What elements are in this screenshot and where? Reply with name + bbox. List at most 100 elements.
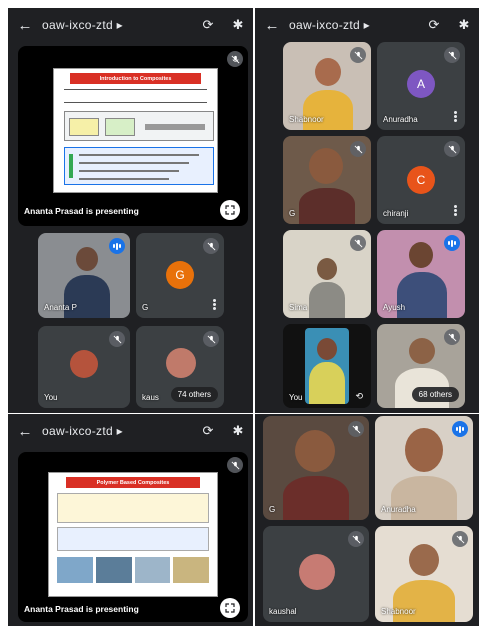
slide-text-block — [57, 527, 209, 551]
participant-name: Sima — [289, 303, 308, 312]
fullscreen-icon[interactable] — [220, 200, 240, 220]
meeting-code[interactable]: oaw-ixco-ztd ▸ — [42, 424, 193, 438]
avatar: G — [166, 261, 194, 289]
participant-tile[interactable]: G G — [136, 233, 224, 318]
participant-tile[interactable]: G — [283, 136, 371, 224]
participant-tile[interactable]: You ⟲ — [283, 324, 371, 408]
mic-off-icon — [203, 238, 219, 254]
camera-switch-icon[interactable]: ⟲ — [355, 391, 363, 402]
bluetooth-icon[interactable]: ✱ — [449, 17, 479, 33]
participant-tile[interactable]: Anuradha — [375, 416, 473, 520]
mic-off-icon — [109, 331, 125, 347]
meet-panel-top-right: ← oaw-ixco-ztd ▸ ⟳ ✱ Shabnoor A Anuradha — [255, 8, 479, 413]
participant-tile[interactable]: A Anuradha — [377, 42, 465, 130]
participant-video — [299, 554, 335, 590]
participant-name: Ananta P — [44, 303, 77, 312]
presentation-tile[interactable]: Introduction to Composites Ananta Prasad… — [18, 46, 248, 226]
participant-name: G — [142, 303, 149, 312]
participant-tile[interactable]: Ayush — [377, 230, 465, 318]
presentation-tile[interactable]: Polymer Based Composites Ananta Prasad i… — [18, 452, 248, 622]
participant-video — [297, 144, 357, 224]
mic-off-icon — [350, 235, 366, 251]
others-count-button[interactable]: 68 others — [411, 387, 459, 402]
speaking-icon — [452, 421, 468, 437]
mic-off-icon — [227, 457, 243, 473]
bluetooth-icon[interactable]: ✱ — [223, 423, 253, 439]
participant-name: G — [269, 505, 276, 514]
more-vert-icon[interactable] — [454, 205, 457, 216]
more-vert-icon[interactable] — [454, 111, 457, 122]
presenting-label: Ananta Prasad is presenting — [24, 604, 139, 614]
more-vert-icon[interactable] — [213, 299, 216, 310]
participant-tile[interactable]: G — [263, 416, 369, 520]
participant-name: Ayush — [383, 303, 406, 312]
participant-name: You — [44, 393, 58, 402]
participant-tile[interactable]: C chiranji — [377, 136, 465, 224]
participant-tile[interactable]: 68 others — [377, 324, 465, 408]
slide-diagram — [64, 111, 214, 141]
slide-text-block — [57, 493, 209, 523]
meet-panel-bottom-left: ← oaw-ixco-ztd ▸ ⟳ ✱ Polymer Based Compo… — [8, 414, 253, 626]
avatar: C — [407, 166, 435, 194]
avatar: A — [407, 70, 435, 98]
participant-name: kaushal — [269, 607, 297, 616]
mic-off-icon — [444, 329, 460, 345]
participant-name: You — [289, 393, 303, 402]
participant-name: Shabnoor — [289, 115, 324, 124]
participant-video — [281, 426, 351, 520]
participant-name: Anuradha — [381, 505, 416, 514]
slide-title: Polymer Based Composites — [65, 477, 201, 488]
shared-slide: Introduction to Composites — [53, 68, 218, 193]
participant-tile[interactable]: Shabnoor — [283, 42, 371, 130]
participant-name: Shabnoor — [381, 607, 416, 616]
back-arrow-icon[interactable]: ← — [8, 423, 42, 440]
participant-name: kaus — [142, 393, 159, 402]
meeting-code[interactable]: oaw-ixco-ztd ▸ — [42, 18, 193, 32]
mic-off-icon — [444, 47, 460, 63]
speaking-icon — [444, 235, 460, 251]
participant-video — [166, 348, 196, 378]
participant-name: chiranji — [383, 209, 409, 218]
mic-off-icon — [348, 421, 364, 437]
camera-switch-icon[interactable]: ⟳ — [193, 17, 223, 33]
mic-off-icon — [227, 51, 243, 67]
top-bar: ← oaw-ixco-ztd ▸ ⟳ ✱ — [8, 8, 253, 42]
meet-panel-top-left: ← oaw-ixco-ztd ▸ ⟳ ✱ Introduction to Com… — [8, 8, 253, 413]
meeting-code[interactable]: oaw-ixco-ztd ▸ — [289, 18, 419, 32]
participant-name: G — [289, 209, 296, 218]
others-count-button[interactable]: 74 others — [170, 387, 218, 402]
meet-screenshots-collage: ← oaw-ixco-ztd ▸ ⟳ ✱ Introduction to Com… — [0, 0, 486, 631]
self-video — [66, 346, 102, 386]
back-arrow-icon[interactable]: ← — [8, 17, 42, 34]
camera-switch-icon[interactable]: ⟳ — [419, 17, 449, 33]
top-bar: ← oaw-ixco-ztd ▸ ⟳ ✱ — [255, 8, 479, 42]
camera-switch-icon[interactable]: ⟳ — [193, 423, 223, 439]
mic-off-icon — [350, 141, 366, 157]
speaking-icon — [109, 238, 125, 254]
top-bar: ← oaw-ixco-ztd ▸ ⟳ ✱ — [8, 414, 253, 448]
slide-images — [57, 557, 209, 583]
back-arrow-icon[interactable]: ← — [255, 17, 289, 34]
slide-bullets — [64, 147, 214, 185]
participant-tile[interactable]: Sima — [283, 230, 371, 318]
mic-off-icon — [452, 531, 468, 547]
participant-tile[interactable]: Ananta P — [38, 233, 130, 318]
mic-off-icon — [348, 531, 364, 547]
meet-panel-bottom-right: G Anuradha kaushal Shabnoor — [255, 414, 479, 626]
slide-title: Introduction to Composites — [70, 73, 201, 84]
mic-off-icon — [444, 141, 460, 157]
slide-text-block — [64, 89, 207, 103]
participant-name: Anuradha — [383, 115, 418, 124]
mic-off-icon — [203, 331, 219, 347]
presenting-label: Ananta Prasad is presenting — [24, 206, 139, 216]
participant-tile[interactable]: kaushal — [263, 526, 369, 622]
participant-tile[interactable]: You — [38, 326, 130, 408]
shared-slide: Polymer Based Composites — [48, 472, 218, 597]
self-video — [309, 334, 345, 404]
participant-tile[interactable]: kaus 74 others — [136, 326, 224, 408]
participant-tile[interactable]: Shabnoor — [375, 526, 473, 622]
participant-video — [307, 254, 347, 318]
fullscreen-icon[interactable] — [220, 598, 240, 618]
bluetooth-icon[interactable]: ✱ — [223, 17, 253, 33]
mic-off-icon — [350, 47, 366, 63]
